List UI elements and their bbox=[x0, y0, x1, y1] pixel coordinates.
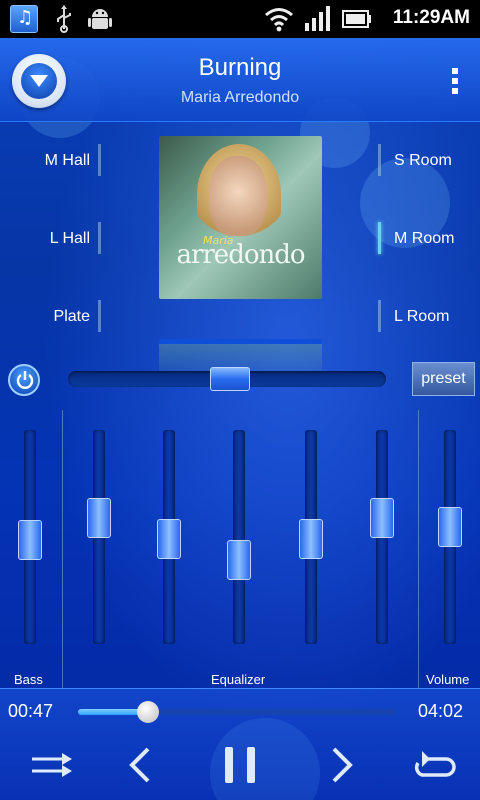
power-icon bbox=[16, 371, 34, 389]
eq-band-knob[interactable] bbox=[299, 518, 323, 559]
volume-label: Volume bbox=[426, 672, 470, 687]
playback-controls: 00:47 04:02 bbox=[0, 688, 480, 800]
eq-band-slider-1[interactable] bbox=[87, 430, 111, 644]
next-icon[interactable] bbox=[316, 745, 366, 785]
previous-icon[interactable] bbox=[116, 745, 166, 785]
equalizer-label: Equalizer bbox=[211, 672, 266, 687]
music-player: Burning Maria Arredondo M Hall L Hall Pl… bbox=[0, 38, 480, 800]
eq-band-knob[interactable] bbox=[227, 539, 251, 580]
reverb-s-room[interactable]: S Room bbox=[394, 152, 452, 170]
battery-icon bbox=[342, 10, 371, 28]
reverb-strength-slider[interactable] bbox=[68, 367, 386, 391]
pause-icon[interactable] bbox=[215, 745, 265, 785]
eq-band-knob[interactable] bbox=[370, 497, 394, 538]
reverb-l-room[interactable]: L Room bbox=[394, 308, 449, 326]
reverb-l-hall[interactable]: L Hall bbox=[0, 230, 90, 248]
eq-band-knob[interactable] bbox=[157, 518, 181, 559]
seek-bar[interactable] bbox=[78, 701, 396, 723]
eq-band-slider-2[interactable] bbox=[157, 430, 181, 644]
reverb-indicator bbox=[378, 300, 381, 332]
music-notification-icon[interactable] bbox=[10, 5, 38, 33]
power-button[interactable] bbox=[8, 364, 40, 396]
reverb-plate[interactable]: Plate bbox=[0, 308, 90, 326]
eq-band-knob[interactable] bbox=[87, 497, 111, 538]
eq-divider bbox=[62, 410, 63, 688]
total-time: 04:02 bbox=[418, 701, 464, 721]
reverb-m-room[interactable]: M Room bbox=[394, 230, 454, 248]
seek-thumb[interactable] bbox=[136, 701, 159, 723]
reverb-indicator bbox=[378, 144, 381, 176]
android-debug-icon bbox=[88, 9, 112, 29]
usb-icon bbox=[57, 5, 71, 33]
reverb-indicator bbox=[98, 300, 101, 332]
player-header: Burning Maria Arredondo bbox=[0, 38, 480, 122]
artist-name: Maria Arredondo bbox=[180, 89, 300, 106]
album-art-face bbox=[209, 156, 267, 236]
preset-button[interactable]: preset bbox=[412, 362, 475, 396]
volume-knob[interactable] bbox=[438, 506, 462, 547]
wifi-icon bbox=[265, 8, 293, 32]
album-art[interactable]: Maria arredondo bbox=[159, 136, 322, 299]
volume-slider[interactable] bbox=[438, 430, 462, 644]
reverb-m-hall[interactable]: M Hall bbox=[0, 152, 90, 170]
elapsed-time: 00:47 bbox=[8, 701, 54, 721]
reverb-indicator bbox=[98, 144, 101, 176]
eq-band-slider-5[interactable] bbox=[370, 430, 394, 644]
reverb-indicator bbox=[98, 222, 101, 254]
shuffle-icon[interactable] bbox=[28, 745, 78, 785]
reverb-strength-knob[interactable] bbox=[209, 367, 250, 391]
song-title: Burning bbox=[198, 54, 282, 81]
eq-band-slider-3[interactable] bbox=[227, 430, 251, 644]
bass-knob[interactable] bbox=[18, 520, 42, 561]
reverb-indicator-active bbox=[378, 222, 381, 254]
overflow-menu-icon[interactable] bbox=[452, 68, 460, 96]
album-art-title: arredondo bbox=[176, 240, 305, 270]
status-bar: 11:29AM bbox=[0, 0, 480, 38]
repeat-icon[interactable] bbox=[408, 745, 458, 785]
eq-divider bbox=[418, 410, 419, 688]
eq-band-slider-4[interactable] bbox=[299, 430, 323, 644]
bass-label: Bass bbox=[14, 672, 43, 687]
bass-slider[interactable] bbox=[18, 430, 42, 644]
signal-icon bbox=[305, 6, 330, 31]
status-time: 11:29AM bbox=[392, 7, 470, 28]
